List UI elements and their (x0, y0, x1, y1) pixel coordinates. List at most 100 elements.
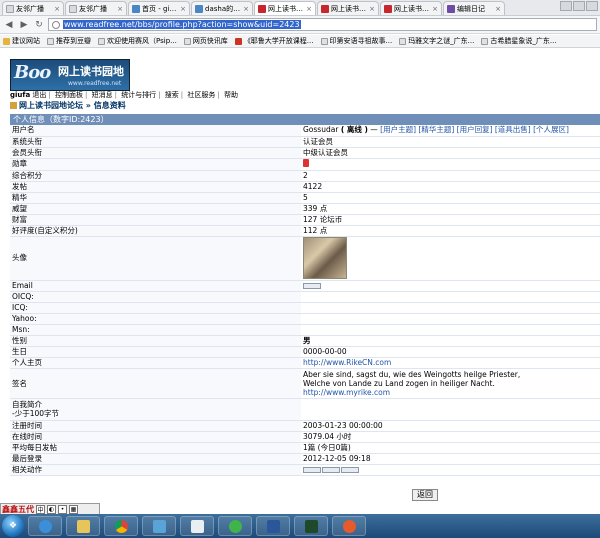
paper-icon[interactable] (180, 516, 214, 536)
browser-tab[interactable]: 网上读书园...× (317, 1, 379, 15)
close-tab-icon[interactable]: × (495, 5, 501, 13)
forum-logo[interactable]: Boo 网上读书园地 www.readfree.net (10, 59, 130, 91)
browser-tab[interactable]: 网上读书园...× (380, 1, 442, 15)
browser-tab[interactable]: dasha的圈...× (191, 1, 253, 15)
close-tab-icon[interactable]: × (54, 5, 60, 13)
table-row: 会员头衔 中级认证会员 (10, 147, 600, 159)
bookmarks-bar: 建议网站 推荐到豆瓣 欢迎使用赛风（Psip... 网页快讯库 《耶鲁大学开放课… (0, 35, 600, 48)
action-button[interactable] (322, 466, 340, 473)
site-icon (132, 4, 140, 13)
close-tab-icon[interactable]: × (243, 5, 249, 13)
home-icon (10, 102, 17, 109)
bookmark-item[interactable]: 建议网站 (3, 36, 40, 46)
forward-arrow-icon[interactable]: ▶ (18, 19, 30, 31)
table-row: 发帖 4122 (10, 181, 600, 193)
action-button[interactable] (341, 466, 359, 473)
chrome-icon[interactable] (104, 516, 138, 536)
keyboard-icon[interactable]: ▦ (69, 504, 78, 514)
table-row: 用户名 Gossudar ( 离线 ) — [用户主题] [精华主题] [用户回… (10, 125, 600, 137)
punctuation-icon[interactable]: • (58, 504, 67, 514)
page-icon (47, 37, 54, 45)
photo-viewer-icon[interactable] (142, 516, 176, 536)
bookmark-item[interactable]: 推荐到豆瓣 (47, 36, 91, 46)
word-icon[interactable] (256, 516, 290, 536)
nav-stats[interactable]: 统计与排行 (121, 91, 156, 99)
table-row: 平均每日发帖 1篇 (今日0篇) (10, 442, 600, 454)
nav-logout[interactable]: 退出 (32, 91, 46, 99)
email-button[interactable] (303, 282, 321, 289)
current-user[interactable]: giufa (10, 91, 30, 99)
table-row: 相关动作 (10, 464, 600, 476)
page-icon (320, 37, 328, 45)
document-icon (69, 4, 77, 13)
maximize-icon[interactable] (573, 1, 585, 11)
window-controls (560, 1, 598, 11)
readfree-icon (321, 4, 329, 13)
readfree-icon (258, 4, 266, 13)
taskbar: ❖ (0, 514, 600, 538)
profile-table: 用户名 Gossudar ( 离线 ) — [用户主题] [精华主题] [用户回… (10, 125, 600, 476)
url-text[interactable]: www.readfree.net/bbs/profile.php?action=… (63, 20, 301, 29)
moon-icon[interactable]: ◐ (47, 504, 56, 514)
back-arrow-icon[interactable]: ◀ (3, 19, 15, 31)
bookmark-item[interactable]: 玛雅文字之谜_广东... (399, 36, 474, 46)
bookmark-item[interactable]: 网页快讯库 (183, 36, 228, 46)
folder-icon (3, 37, 10, 45)
close-tab-icon[interactable]: × (117, 5, 123, 13)
table-row: Msn: (10, 324, 600, 336)
minimize-icon[interactable] (560, 1, 572, 11)
bookmark-item[interactable]: 印第安语寻祖故事... (320, 36, 392, 46)
signature-link[interactable]: http://www.myrike.com (303, 388, 598, 397)
ie-icon[interactable] (28, 516, 62, 536)
nav-control-panel[interactable]: 控制面板 (55, 91, 83, 99)
profile-header: 个人信息（数字ID:2423） (10, 114, 600, 125)
action-button[interactable] (303, 466, 321, 473)
table-row: 头像 (10, 236, 600, 281)
user-links[interactable]: [用户主题] [精华主题] [用户回复] [道具出售] [个人展区] (380, 125, 569, 134)
page-icon (183, 37, 191, 45)
table-row: 精华 5 (10, 192, 600, 204)
close-tab-icon[interactable]: × (432, 5, 438, 13)
nav-messages[interactable]: 短消息 (92, 91, 113, 99)
folder-icon[interactable] (66, 516, 100, 536)
table-row: 生日 0000-00-00 (10, 346, 600, 358)
nav-help[interactable]: 帮助 (224, 91, 238, 99)
bookmark-item[interactable]: 欢迎使用赛风（Psip... (98, 36, 177, 46)
close-window-icon[interactable] (586, 1, 598, 11)
homepage-link[interactable]: http://www.RikeCN.com (303, 358, 391, 367)
browser-tab[interactable]: 编辑日记 × (443, 1, 505, 15)
url-input[interactable]: www.readfree.net/bbs/profile.php?action=… (48, 18, 597, 31)
browser-tab[interactable]: 友邻广播 × (65, 1, 127, 15)
terminal-icon[interactable] (294, 516, 328, 536)
media-icon[interactable] (218, 516, 252, 536)
browser-tab[interactable]: 友邻广播 × (2, 1, 64, 15)
table-row: 自我简介 -少于100字节 (10, 398, 600, 421)
back-button[interactable]: 返回 (412, 489, 438, 501)
bookmark-item[interactable]: 古希腊星象说_广东... (481, 36, 557, 46)
table-row: 在线时间 3079.04 小时 (10, 431, 600, 443)
signature: Aber sie sind, sagst du, wie des Weingot… (301, 368, 600, 399)
windows-start-icon[interactable]: ❖ (2, 515, 24, 537)
online-status: ( 离线 ) (340, 125, 368, 135)
nav-community[interactable]: 社区服务 (187, 91, 215, 99)
breadcrumb: 网上读书园地论坛 » 信息资料 (10, 100, 126, 111)
close-tab-icon[interactable]: × (306, 5, 312, 13)
table-row: 性别男 (10, 335, 600, 347)
app-icon[interactable] (332, 516, 366, 536)
reload-icon[interactable]: ↻ (33, 19, 45, 31)
close-tab-icon[interactable]: × (369, 5, 375, 13)
table-row: ICQ: (10, 302, 600, 314)
table-row: 个人主页 http://www.RikeCN.com (10, 357, 600, 369)
nav-search[interactable]: 搜索 (165, 91, 179, 99)
medal-icon (303, 158, 309, 167)
page-icon (399, 37, 407, 45)
close-tab-icon[interactable]: × (180, 5, 186, 13)
breadcrumb-forum[interactable]: 网上读书园地论坛 (19, 101, 83, 110)
table-row: 最后登录 2012-12-05 09:18 (10, 453, 600, 465)
ime-name[interactable]: 鑫鑫五代 (2, 504, 34, 515)
browser-tab[interactable]: 首页 - giufa ...× (128, 1, 190, 15)
browser-tab-active[interactable]: 网上读书园...× (254, 1, 316, 15)
ime-mode-icon[interactable]: 中 (36, 504, 45, 514)
bookmark-item[interactable]: 《耶鲁大学开放课程... (234, 36, 314, 46)
document-icon (6, 4, 14, 13)
